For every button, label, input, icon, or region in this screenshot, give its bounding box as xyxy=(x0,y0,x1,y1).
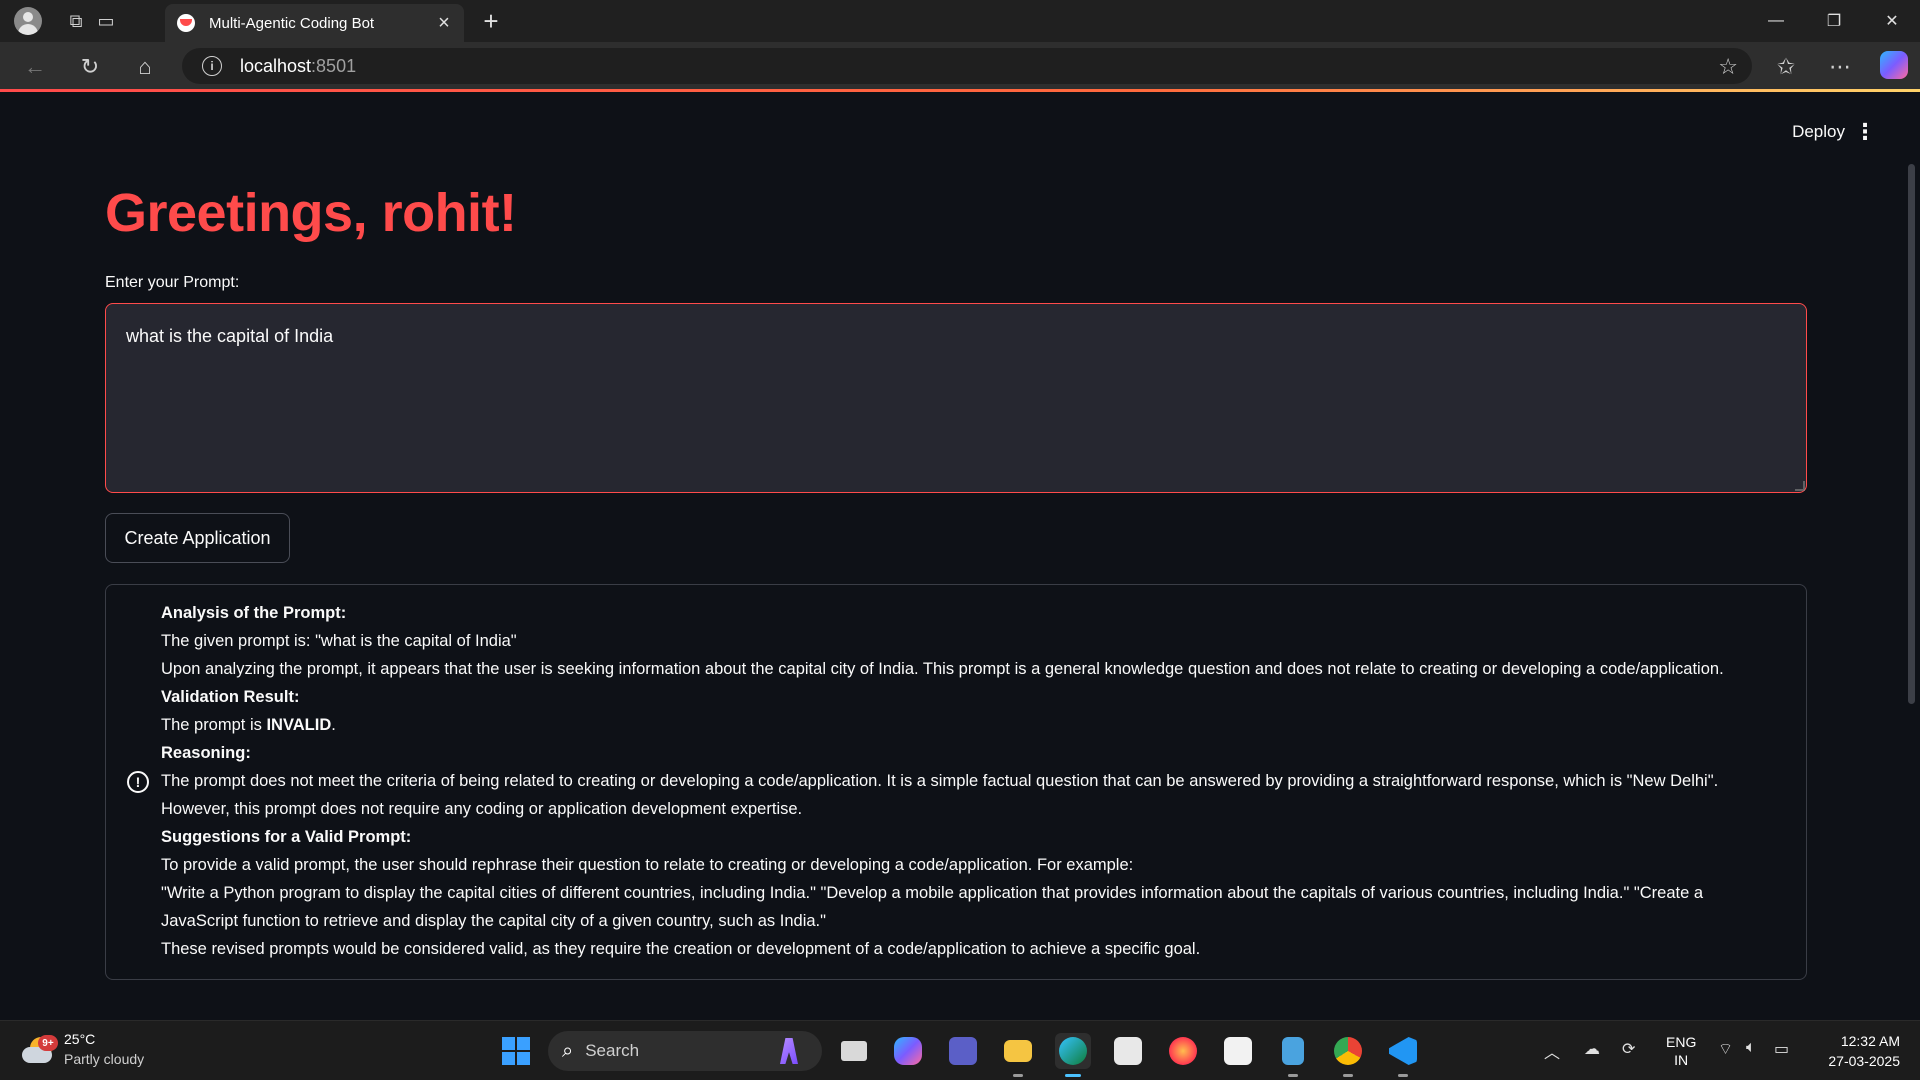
search-icon: ⌕ xyxy=(562,1039,574,1062)
amazon-icon[interactable] xyxy=(1220,1033,1256,1069)
create-application-button[interactable]: Create Application xyxy=(105,513,290,563)
battery-icon[interactable]: ▭ xyxy=(1774,1039,1789,1059)
weather-icon[interactable]: 9+ xyxy=(22,1035,58,1065)
suggestions-examples: "Write a Python program to display the c… xyxy=(161,884,1704,930)
home-icon[interactable]: ⌂ xyxy=(130,52,160,82)
copilot-app-icon[interactable] xyxy=(890,1033,926,1069)
tab-title: Multi-Agentic Coding Bot xyxy=(209,14,375,32)
weather-description[interactable]: Partly cloudy xyxy=(64,1051,144,1067)
main-menu-icon[interactable]: ⋮ xyxy=(1854,119,1876,144)
more-options-icon[interactable]: ⋯ xyxy=(1825,52,1855,82)
analysis-text: Upon analyzing the prompt, it appears th… xyxy=(161,660,1724,678)
url-port: :8501 xyxy=(311,55,357,76)
validation-prefix: The prompt is xyxy=(161,716,267,734)
onedrive-cloud-icon[interactable]: ☁ xyxy=(1584,1039,1600,1059)
prompt-label: Enter your Prompt: xyxy=(105,274,240,291)
conclusion-text: These revised prompts would be considere… xyxy=(161,940,1201,958)
favorite-star-icon[interactable]: ☆ xyxy=(1718,54,1738,80)
clock-time: 12:32 AM xyxy=(1840,1033,1900,1049)
streamlit-favicon-icon xyxy=(177,14,195,32)
page-scrollbar[interactable] xyxy=(1908,164,1915,704)
teams-icon[interactable] xyxy=(945,1033,981,1069)
browser-toolbar: ← ↻ ⌂ i localhost :8501 ☆ ✩ ⋯ xyxy=(0,42,1920,90)
textarea-resize-handle[interactable] xyxy=(1795,481,1805,491)
close-window-button[interactable]: ✕ xyxy=(1864,0,1920,42)
given-prompt-text: The given prompt is: "what is the capita… xyxy=(161,632,517,650)
clock-date: 27-03-2025 xyxy=(1828,1053,1900,1069)
reasoning-text: The prompt does not meet the criteria of… xyxy=(161,772,1719,818)
chrome-icon[interactable] xyxy=(1330,1033,1366,1077)
prompt-input[interactable]: what is the capital of India xyxy=(105,303,1807,493)
analysis-heading: Analysis of the Prompt: xyxy=(161,604,347,622)
microsoft-store-icon[interactable] xyxy=(1110,1033,1146,1069)
weather-badge: 9+ xyxy=(38,1035,58,1051)
suggestions-heading: Suggestions for a Valid Prompt: xyxy=(161,828,412,846)
favorites-icon[interactable]: ✩ xyxy=(1771,52,1801,82)
result-alert: ! Analysis of the Prompt: The given prom… xyxy=(105,584,1807,980)
awareness-ribbon-icon xyxy=(780,1038,798,1064)
suggestions-intro: To provide a valid prompt, the user shou… xyxy=(161,856,1134,874)
browser-tab-active[interactable]: Multi-Agentic Coding Bot × xyxy=(165,4,464,42)
back-arrow-icon[interactable]: ← xyxy=(20,52,50,82)
workspaces-icon[interactable]: ⧉ xyxy=(62,7,90,35)
validation-value: INVALID xyxy=(266,716,332,734)
exclamation-circle-icon: ! xyxy=(127,771,149,793)
site-info-icon[interactable]: i xyxy=(202,56,222,76)
result-text: Analysis of the Prompt: The given prompt… xyxy=(161,599,1781,963)
notepad-icon[interactable] xyxy=(1275,1033,1311,1077)
search-placeholder: Search xyxy=(585,1041,640,1060)
deploy-button[interactable]: Deploy xyxy=(1792,122,1845,142)
language-indicator[interactable]: ENG IN xyxy=(1666,1033,1696,1069)
validation-line: The prompt is INVALID. xyxy=(161,711,1781,739)
url-host: localhost xyxy=(240,55,312,76)
page-title: Greetings, rohit! xyxy=(105,183,517,243)
taskbar-search[interactable]: ⌕ Search xyxy=(548,1031,822,1071)
validation-heading: Validation Result: xyxy=(161,688,300,706)
region-code: IN xyxy=(1674,1052,1689,1068)
volume-icon[interactable]: 🔈︎ xyxy=(1746,1039,1756,1057)
close-tab-icon[interactable]: × xyxy=(430,9,458,37)
vscode-icon[interactable] xyxy=(1385,1033,1421,1077)
validation-suffix: . xyxy=(331,716,336,734)
minimize-window-button[interactable]: — xyxy=(1748,0,1804,42)
weather-temperature[interactable]: 25°C xyxy=(64,1031,95,1047)
language-code: ENG xyxy=(1666,1034,1697,1050)
sync-icon[interactable]: ⟳ xyxy=(1622,1039,1635,1059)
windows-taskbar: 9+ 25°C Partly cloudy ⌕ Search ︿ ☁ ⟳ ENG… xyxy=(0,1020,1920,1080)
system-clock[interactable]: 12:32 AM 27-03-2025 xyxy=(1812,1031,1900,1071)
windows-start-icon[interactable] xyxy=(502,1037,530,1065)
wifi-icon[interactable]: ⌔ xyxy=(1718,1039,1733,1059)
new-tab-button[interactable]: + xyxy=(476,6,506,36)
profile-avatar-icon[interactable] xyxy=(14,7,42,35)
reasoning-heading: Reasoning: xyxy=(161,744,251,762)
firefox-icon[interactable] xyxy=(1165,1033,1201,1069)
tab-actions-icon[interactable]: ▭ xyxy=(92,7,120,35)
address-bar[interactable]: i localhost :8501 ☆ xyxy=(182,48,1752,84)
file-explorer-icon[interactable] xyxy=(1000,1033,1036,1077)
refresh-icon[interactable]: ↻ xyxy=(75,52,105,82)
copilot-icon[interactable] xyxy=(1880,51,1908,79)
edge-browser-icon[interactable] xyxy=(1055,1033,1091,1077)
task-view-icon[interactable] xyxy=(836,1033,872,1069)
restore-window-button[interactable]: ❐ xyxy=(1806,0,1862,42)
show-hidden-icons-chevron-icon[interactable]: ︿ xyxy=(1544,1039,1560,1063)
browser-tab-bar: ⧉ ▭ Multi-Agentic Coding Bot × + — ❐ ✕ xyxy=(0,0,1920,42)
app-page: Deploy ⋮ Greetings, rohit! Enter your Pr… xyxy=(5,92,1915,1020)
